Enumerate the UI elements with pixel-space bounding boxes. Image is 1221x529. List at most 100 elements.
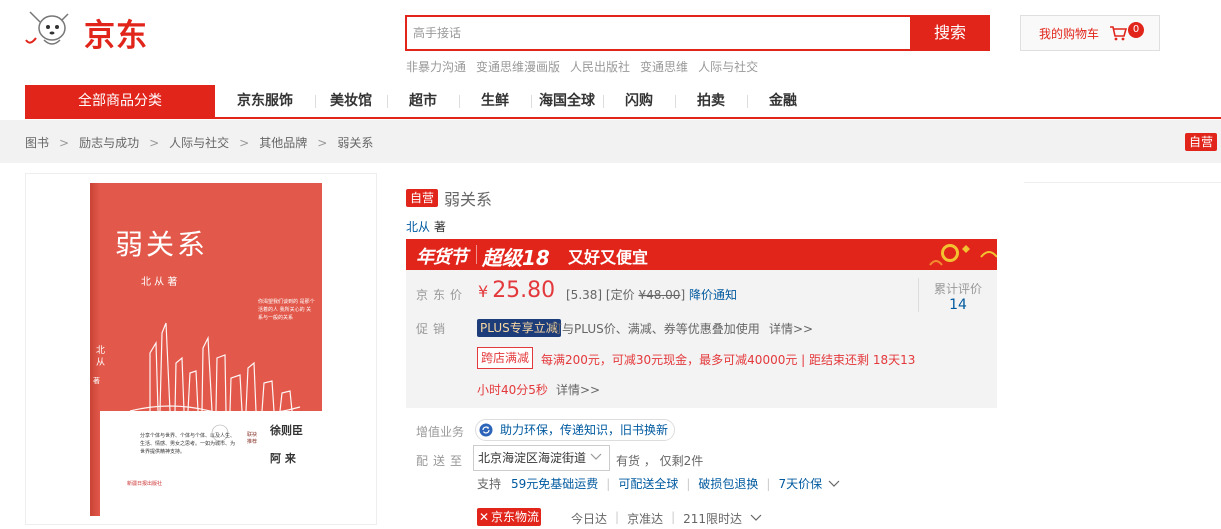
cover-title: 弱关系 [115,228,209,261]
product-author: 北从 著 [406,218,446,235]
cover-description: 分享个体与世界、个体与个体、以及人生、生活、情感、男女之思考。一如为城市、为世界… [140,433,236,455]
all-categories-button[interactable]: 全部商品分类 [25,85,215,118]
promo-divider [476,245,477,264]
nav-item-global[interactable]: 海国全球 [531,85,603,118]
cover-spine-author: 北 从 [94,345,104,366]
side-divider [1024,182,1221,183]
lantern-decoration-icon [929,244,997,266]
discount-rate: [5.38] [566,288,603,302]
cross-store-discount-tag: 跨店满减 [477,347,534,369]
logistics-item[interactable]: 今日达 [571,510,607,527]
plus-discount-text: 可与PLUS价、满减、券等优惠叠加使用 [550,322,760,336]
stock-status: 有货 ， 仅剩2件 [616,454,704,468]
price-details: [5.38] [定价 ¥48.00] 降价通知 [566,286,737,303]
super18-label: 超级18 [482,246,550,270]
nav-item-flash[interactable]: 闪购 [603,85,675,118]
jd-price: ¥25.80 [478,278,555,303]
breadcrumb-item[interactable]: 人际与社交 [169,134,229,151]
cart-count-badge: 0 [1128,22,1145,38]
price-notify-link[interactable]: 降价通知 [689,288,737,302]
price-label: 京东价 [416,288,468,302]
author-link[interactable]: 北从 [406,220,430,234]
chevron-down-icon[interactable] [828,478,840,490]
divider: | [606,476,611,491]
review-label: 累计评价 [933,282,982,296]
promotion-label: 促销 [416,322,451,336]
nav-item-fresh[interactable]: 生鲜 [459,85,531,118]
cover-recommend-tag: 联袂推荐 [247,432,258,445]
nav-item-supermarket[interactable]: 超市 [387,85,459,118]
promo-banner[interactable]: 年货节 超级18 又好又便宜 [406,239,997,270]
list-price-label: [定价 [605,288,635,302]
cover-blurb: 你渴望我们谈到的 是那个活着的人 我所关心的 关系与一般的关系 [258,299,315,321]
chevron-down-icon[interactable] [750,512,762,524]
breadcrumb-item[interactable]: 励志与成功 [79,134,139,151]
nav-item-auction[interactable]: 拍卖 [675,85,747,118]
cart-button[interactable]: 我的购物车 0 [1020,15,1160,51]
support-item-free-shipping[interactable]: 59元免基础运费 [511,475,598,492]
plus-discount-tag: PLUS专享立减 [477,319,561,337]
logistics-options: 今日达 | 京准达 | 211限时达 [571,510,762,527]
breadcrumb-item[interactable]: 其他品牌 [259,134,307,151]
self-operated-tag: 自营 [406,189,439,207]
search-input[interactable] [405,15,911,51]
nav-divider [25,117,1221,119]
logistics-item[interactable]: 211限时达 [683,510,742,527]
chevron-right-icon: > [59,135,70,150]
breadcrumb: 图书 > 励志与成功 > 人际与社交 > 其他品牌 > 弱关系 [25,134,373,151]
hotword-link[interactable]: 变通思维 [640,58,688,75]
support-item-price-protect[interactable]: 7天价保 [778,475,822,492]
hotword-link[interactable]: 非暴力沟通 [406,58,466,75]
chevron-right-icon: > [239,135,250,150]
plus-details-link[interactable]: 详情>> [769,320,813,337]
nav-item-beauty[interactable]: 美妆馆 [315,85,387,118]
shipping-label: 配送至 [416,454,468,468]
author-suffix: 著 [433,220,446,234]
cart-label: 我的购物车 [1039,26,1100,41]
self-operated-badge[interactable]: 自营 [1185,133,1218,151]
jd-logistics-logo: ✕ 京东物流 [477,508,542,526]
promo-slogan: 又好又便宜 [568,248,649,267]
chevron-right-icon: > [149,135,160,150]
chevron-right-icon: > [317,135,328,150]
cover-recommender: 徐则臣 [270,424,303,437]
support-item-global-delivery[interactable]: 可配送全球 [618,475,678,492]
logistics-item[interactable]: 京准达 [627,510,663,527]
hotwords: 非暴力沟通 变通思维漫画版 人民出版社 变通思维 人际与社交 [406,58,758,75]
value-added-label: 增值业务 [416,425,465,439]
breadcrumb-item[interactable]: 图书 [25,134,49,151]
main-nav: 京东服饰 美妆馆 超市 生鲜 海国全球 闪购 拍卖 金融 [215,85,819,118]
divider: | [686,476,691,491]
recycle-icon [479,423,493,437]
review-summary[interactable]: 累计评价 14 [918,278,997,313]
festival-label: 年货节 [416,247,468,268]
cover-author: 北 从 著 [141,277,178,288]
cover-publisher: 新疆日报出版社 [127,481,163,487]
hotword-link[interactable]: 变通思维漫画版 [476,58,560,75]
jd-logo-text[interactable]: 京东 [84,10,148,55]
shopping-cart-icon [1110,26,1128,41]
price-value: 25.80 [492,278,556,303]
nav-item-jd-fashion[interactable]: 京东服饰 [215,85,315,118]
divider: | [766,476,771,491]
cover-spine-suffix: 著 [93,377,100,385]
product-title: 弱关系 [444,190,493,209]
chevron-down-icon[interactable] [590,450,602,462]
breadcrumb-current: 弱关系 [337,136,374,150]
cover-recommender-2: 阿 来 [270,452,296,465]
cross-store-details-link[interactable]: 详情>> [556,381,600,398]
review-count[interactable]: 14 [919,297,997,313]
book-recycle-service[interactable]: 助力环保，传递知识，旧书换新 [475,419,676,441]
support-item-damage-return[interactable]: 破损包退换 [698,475,758,492]
product-title-row: 自营 弱关系 [406,186,492,210]
cross-store-discount-text: 每满200元，可减30元现金，最多可减40000元 | 距结束还剩 18天13 [541,353,916,367]
search-button[interactable]: 搜索 [910,15,990,51]
nav-item-finance[interactable]: 金融 [747,85,819,118]
list-price-close: ] [680,288,686,302]
hotword-link[interactable]: 人际与社交 [698,58,758,75]
support-services: 支持 59元免基础运费 | 可配送全球 | 破损包退换 | 7天价保 [477,475,840,492]
hotword-link[interactable]: 人民出版社 [570,58,630,75]
support-label: 支持 [477,477,502,491]
list-price: ¥48.00 [638,288,681,302]
cross-store-countdown: 小时40分5秒 [477,383,548,397]
